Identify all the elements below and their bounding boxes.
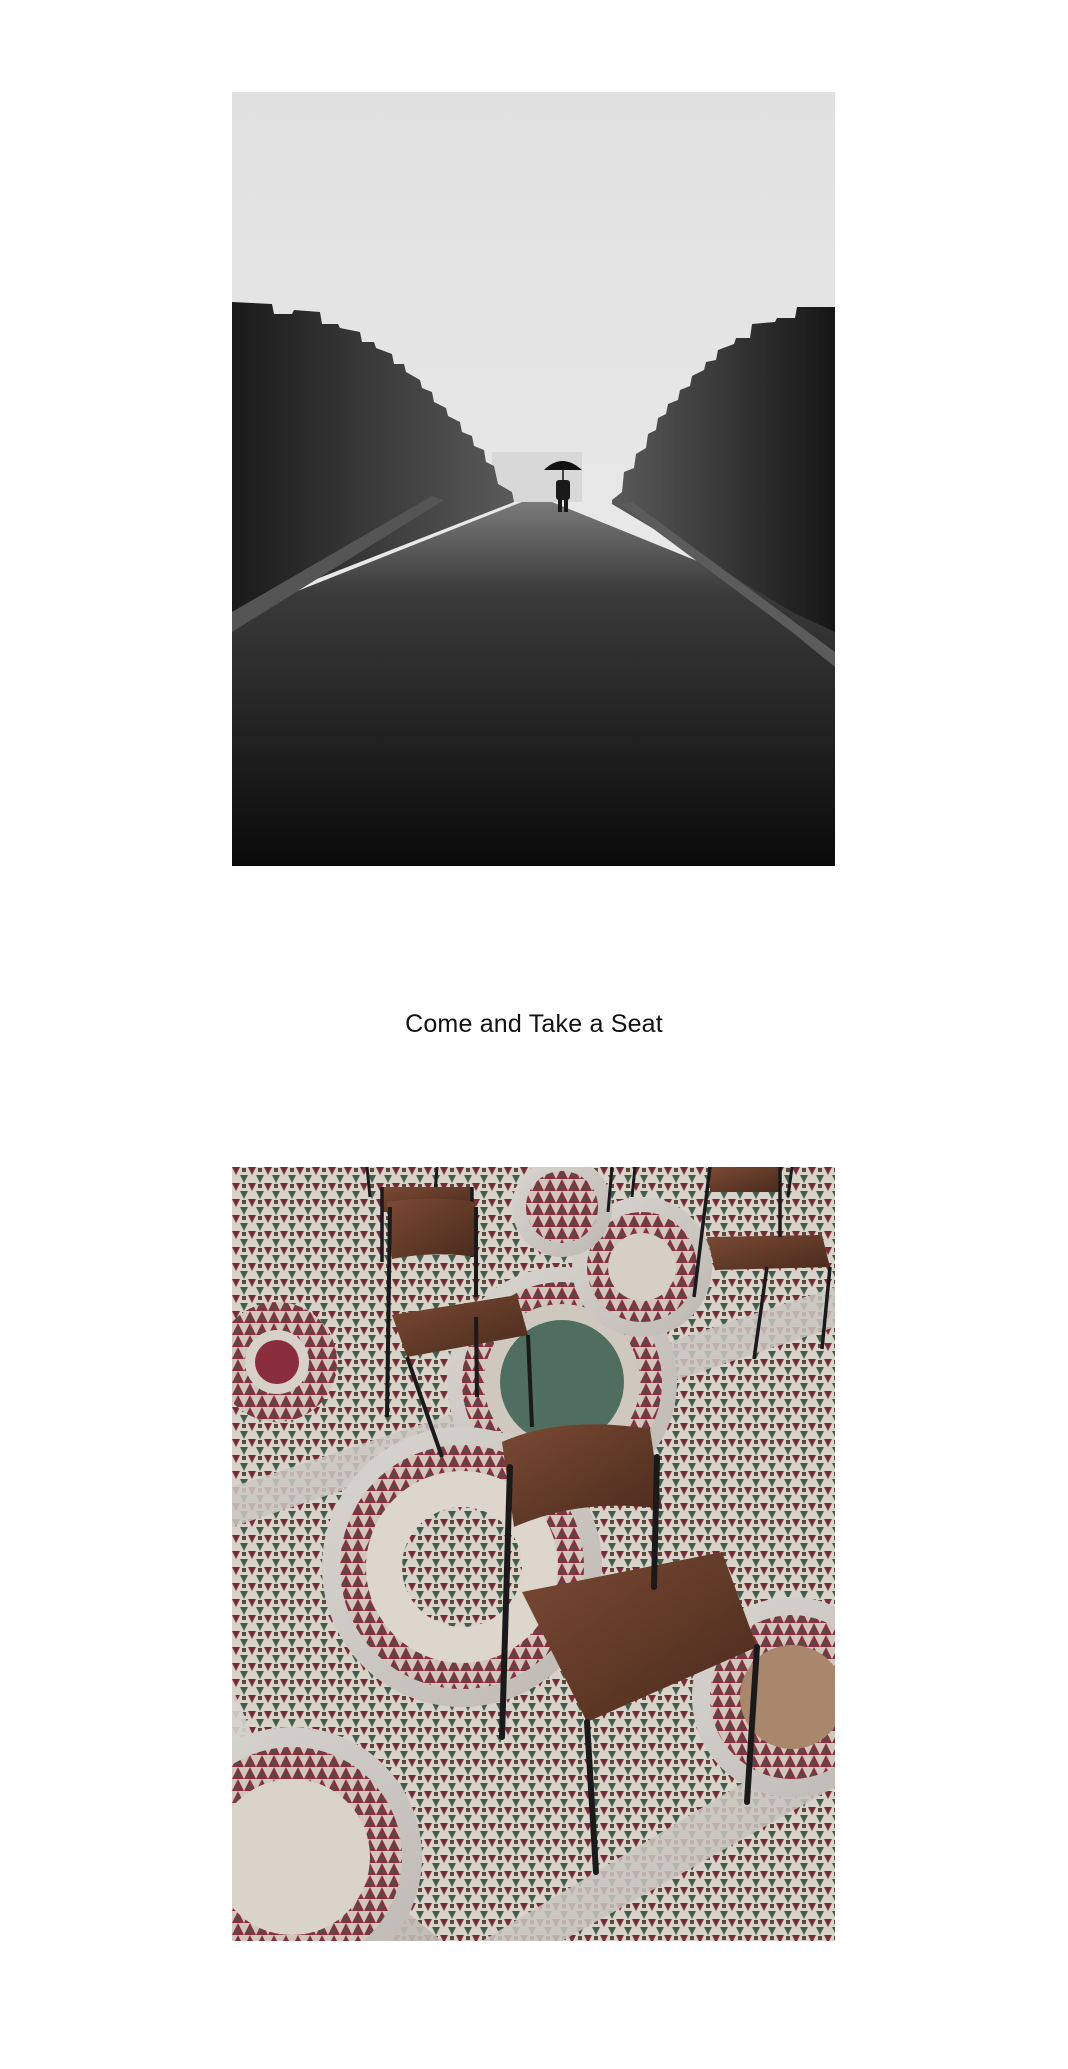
fog-bridge-photo: [232, 92, 835, 866]
mosaic-chairs-photo: [232, 1167, 835, 1941]
gallery-caption: Come and Take a Seat: [405, 1010, 663, 1038]
